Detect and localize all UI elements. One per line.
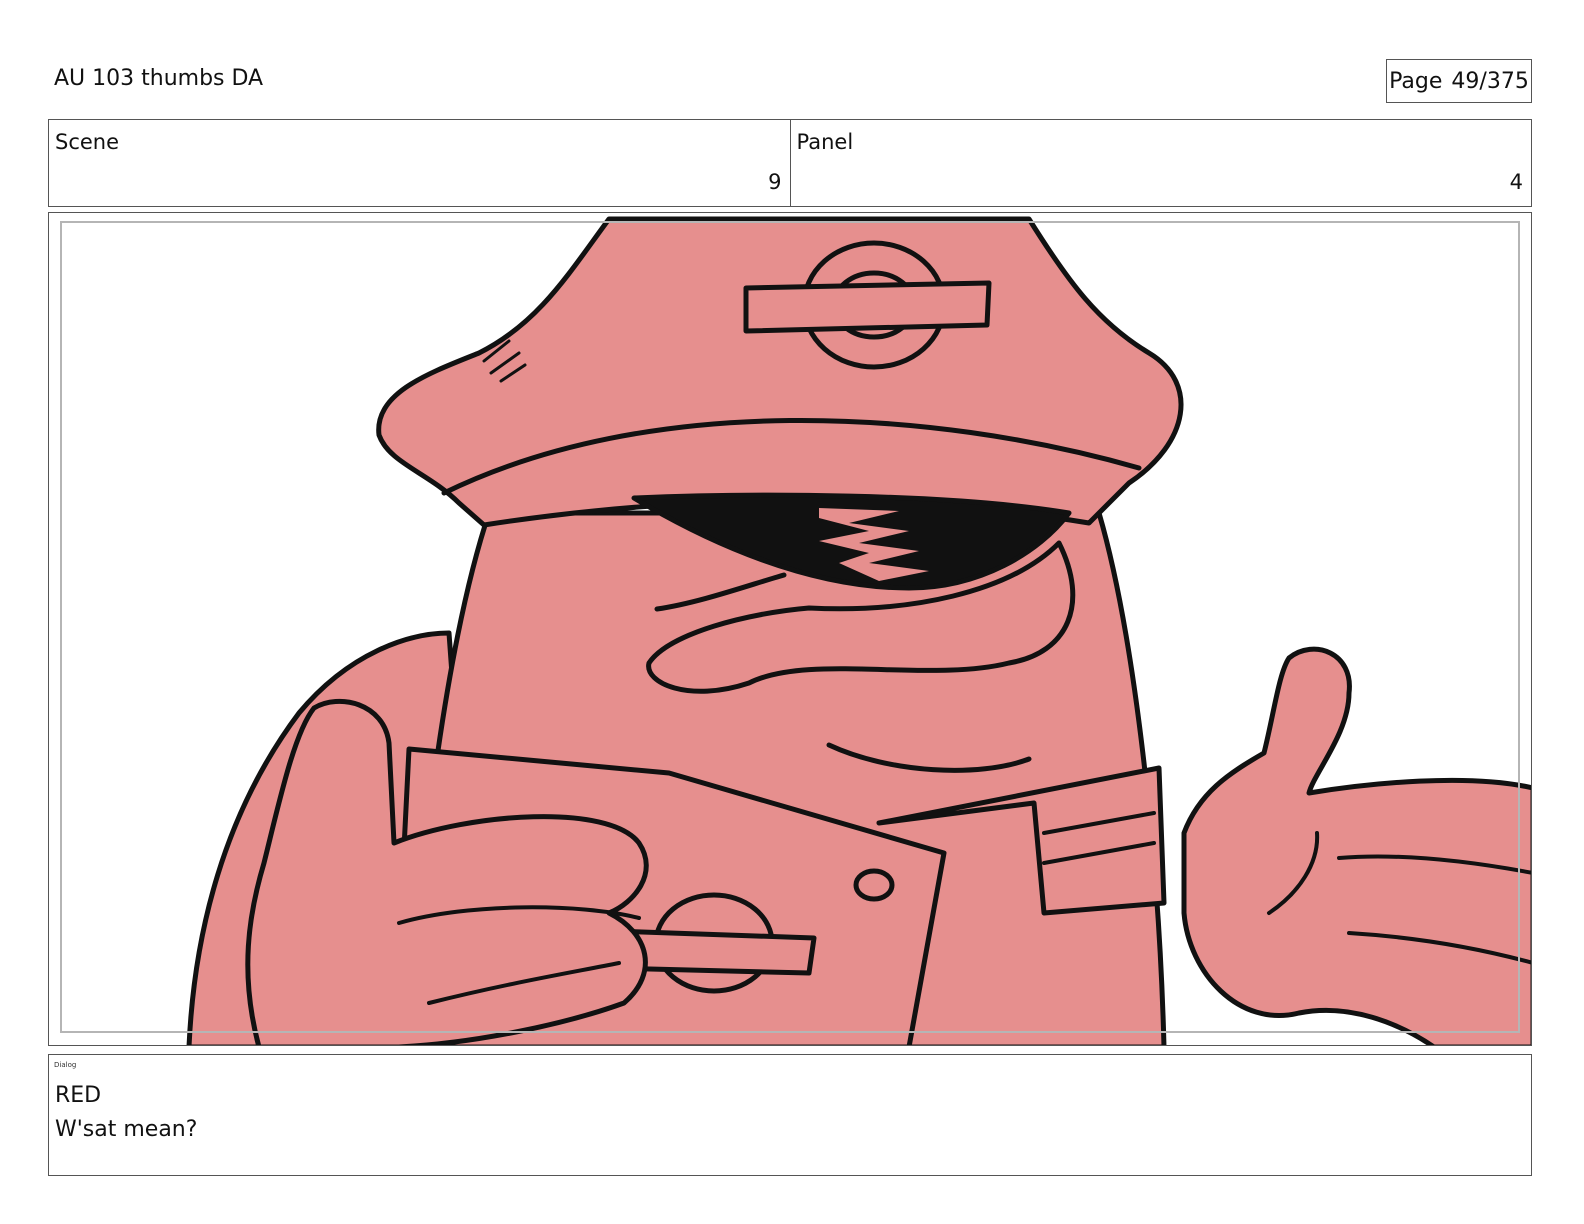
scene-panel-info: Scene 9 Panel 4 <box>48 119 1532 207</box>
dialog-label: Dialog <box>54 1061 77 1069</box>
document-title: AU 103 thumbs DA <box>54 66 264 91</box>
storyboard-panel <box>48 212 1532 1046</box>
scene-number: 9 <box>768 170 782 194</box>
dialog-line: W'sat mean? <box>55 1117 198 1142</box>
right-hand <box>1181 646 1531 1045</box>
dialog-box: Dialog RED W'sat mean? <box>48 1054 1532 1176</box>
page-indicator: Page 49/375 <box>1386 59 1532 103</box>
hat-emblem-bar <box>743 280 992 334</box>
scene-label: Scene <box>55 130 120 154</box>
panel-label: Panel <box>796 130 854 154</box>
dialog-speaker: RED <box>55 1083 102 1108</box>
scene-cell: Scene 9 <box>49 120 790 206</box>
hat-shape <box>376 216 1184 528</box>
panel-cell: Panel 4 <box>789 120 1532 206</box>
character-drawing <box>186 216 1531 1045</box>
panel-number: 4 <box>1509 170 1523 194</box>
badge-button <box>853 868 895 902</box>
page-label: Page <box>1389 68 1443 94</box>
page-number: 49/375 <box>1451 68 1529 94</box>
